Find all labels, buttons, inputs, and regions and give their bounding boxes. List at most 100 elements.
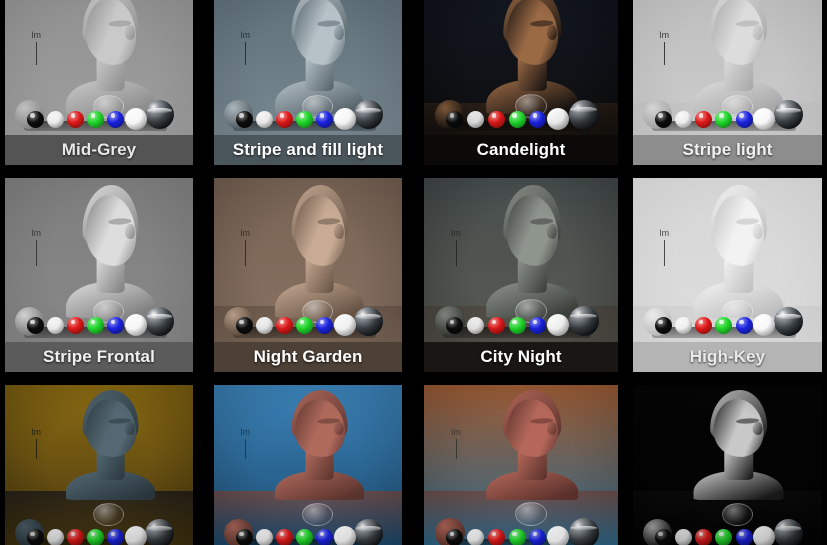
white-sphere xyxy=(255,528,273,545)
specular-highlight xyxy=(30,113,35,118)
tile-label-bar[interactable]: City Night xyxy=(424,342,618,372)
specular-highlight xyxy=(70,319,75,325)
specular-highlight xyxy=(319,319,325,325)
gallery-tile[interactable]: lm xyxy=(214,385,402,545)
chrome-mirror-sphere xyxy=(568,305,599,336)
scale-marker: lm xyxy=(451,228,462,266)
gallery-tile[interactable] xyxy=(633,385,822,545)
specular-highlight xyxy=(110,113,116,118)
scale-marker-stem xyxy=(455,438,457,460)
specular-highlight xyxy=(491,319,496,325)
gallery-tile[interactable]: lm Stripe light xyxy=(633,0,822,165)
gallery-tile[interactable]: lm High-Key xyxy=(633,178,822,372)
blue-sphere xyxy=(107,110,125,128)
black-sphere xyxy=(446,110,464,128)
tile-label-bar[interactable]: Stripe light xyxy=(633,135,822,165)
red-sphere xyxy=(695,528,713,545)
scale-marker-stem xyxy=(244,41,246,66)
blue-sphere xyxy=(529,110,547,128)
chrome-mirror-sphere xyxy=(145,518,175,545)
black-sphere xyxy=(235,110,253,128)
specular-highlight xyxy=(239,113,244,118)
blue-sphere xyxy=(735,316,753,334)
specular-highlight xyxy=(758,529,764,535)
black-sphere xyxy=(654,528,672,545)
tile-label-bar[interactable]: Mid-Grey xyxy=(5,135,193,165)
chrome-highlight-band xyxy=(355,526,382,531)
preview-thumbnail: lm xyxy=(5,385,193,545)
tile-label-text: Mid-Grey xyxy=(61,140,137,159)
green-sphere xyxy=(715,110,733,128)
bust-nose xyxy=(546,223,558,240)
chrome-highlight-band xyxy=(775,314,802,319)
red-sphere xyxy=(275,316,293,334)
green-sphere xyxy=(86,110,104,128)
tile-label-bar[interactable]: Candelight xyxy=(424,135,618,165)
gallery-tile[interactable]: lm City Night xyxy=(424,178,618,372)
chrome-highlight-band xyxy=(355,314,382,319)
glass-sphere xyxy=(302,502,334,526)
specular-highlight xyxy=(129,317,136,324)
specular-highlight xyxy=(338,111,345,117)
scale-marker-stem xyxy=(455,240,457,266)
blue-sphere xyxy=(107,528,125,545)
preview-thumbnail: lm xyxy=(424,385,618,545)
bust-sculpture xyxy=(693,388,784,501)
specular-highlight xyxy=(739,319,744,325)
bust-sculpture xyxy=(65,182,155,318)
white-sphere xyxy=(46,110,64,128)
chrome-mirror-sphere xyxy=(568,517,599,545)
chrome-highlight-band xyxy=(146,526,173,531)
tile-label-text: City Night xyxy=(480,347,562,366)
white-large-sphere xyxy=(124,107,147,130)
scale-marker-label: lm xyxy=(659,228,670,239)
scale-marker: lm xyxy=(31,228,41,266)
white-large-sphere xyxy=(547,107,570,130)
chrome-highlight-band xyxy=(570,107,597,113)
tile-label-text: Candelight xyxy=(476,140,566,159)
specular-highlight xyxy=(698,319,704,325)
gallery-tile[interactable]: lm Stripe Frontal xyxy=(5,178,193,372)
white-large-sphere xyxy=(547,525,570,545)
bust-sculpture xyxy=(486,182,579,318)
scale-marker-stem xyxy=(35,240,37,266)
black-sphere xyxy=(26,316,44,334)
specular-highlight xyxy=(658,319,663,325)
tile-label-text: High-Key xyxy=(689,347,766,366)
gallery-tile[interactable]: lm Night Garden xyxy=(214,178,402,372)
preview-thumbnail: lm xyxy=(214,385,402,545)
gallery-tile[interactable]: lm xyxy=(5,385,193,545)
specular-highlight xyxy=(512,319,517,325)
green-sphere xyxy=(295,110,313,128)
white-sphere xyxy=(46,316,64,334)
scale-marker-stem xyxy=(244,438,246,460)
gallery-tile[interactable]: lm Mid-Grey xyxy=(5,0,193,165)
tile-label-bar[interactable]: Stripe and fill light xyxy=(214,135,402,165)
bust-nose xyxy=(123,223,135,240)
white-large-sphere xyxy=(753,107,776,130)
chrome-mirror-sphere xyxy=(568,99,599,130)
scale-marker-label: lm xyxy=(240,426,251,437)
specular-highlight xyxy=(299,319,305,325)
chrome-highlight-band xyxy=(146,107,173,113)
scale-marker-stem xyxy=(663,41,665,66)
gallery-tile[interactable]: Candelight xyxy=(424,0,618,165)
specular-highlight xyxy=(512,113,517,118)
red-sphere xyxy=(695,110,713,128)
scale-marker: lm xyxy=(240,427,250,460)
tile-label-bar[interactable]: Night Garden xyxy=(214,342,402,372)
tile-label-bar[interactable]: Stripe Frontal xyxy=(5,342,193,372)
white-sphere xyxy=(467,528,485,545)
scale-marker-label: lm xyxy=(451,228,462,239)
gallery-tile[interactable]: lm xyxy=(424,385,618,545)
bust-sculpture xyxy=(693,182,784,318)
tile-label-text: Stripe light xyxy=(682,140,773,159)
bust-nose xyxy=(546,422,558,436)
tile-label-bar[interactable]: High-Key xyxy=(633,342,822,372)
black-sphere xyxy=(654,316,672,334)
bust-head xyxy=(292,0,346,67)
scale-marker-stem xyxy=(663,240,665,266)
specular-highlight xyxy=(129,529,136,535)
gallery-tile[interactable]: lm Stripe and fill light xyxy=(214,0,402,165)
bust-sculpture xyxy=(274,182,364,318)
